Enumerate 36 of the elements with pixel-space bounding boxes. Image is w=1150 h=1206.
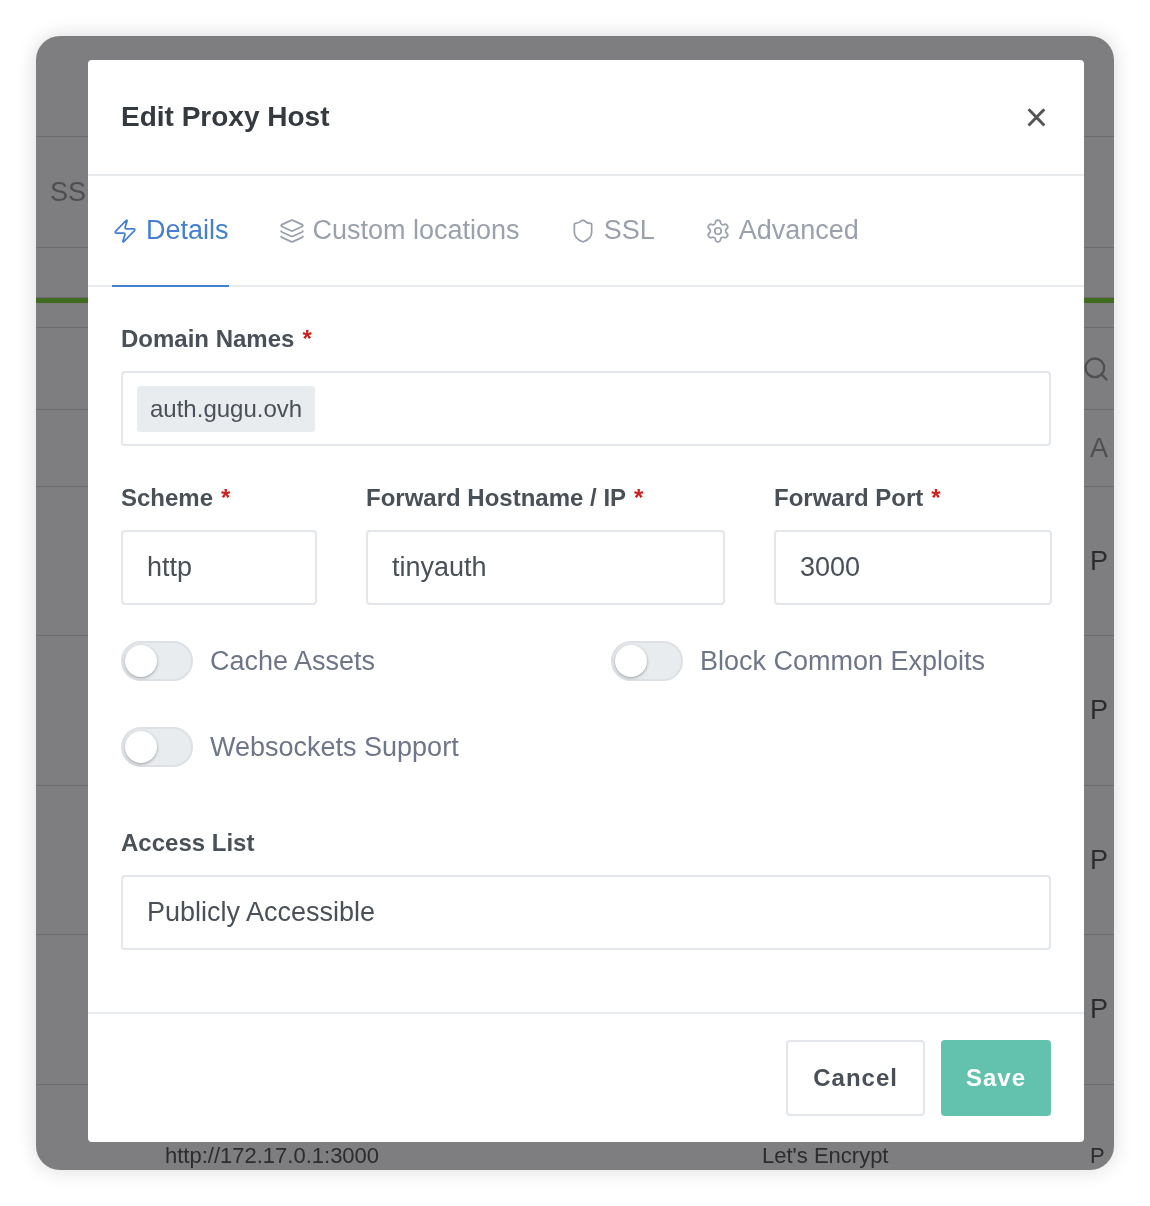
table-cell: P [1090,695,1108,726]
required-mark: * [634,484,644,512]
tab[interactable]: Details [112,176,229,287]
toggle-switch[interactable] [121,727,193,767]
input-field[interactable]: http [121,530,317,605]
toggle-label: Block Common Exploits [700,645,986,677]
gear-icon [704,217,731,244]
field-label: Scheme [121,484,214,512]
toggle-switch[interactable] [121,641,193,681]
field-label: Forward Hostname / IP [366,484,627,512]
field-label: Access List [121,829,255,857]
close-button[interactable]: × [1024,97,1048,137]
toggle-switch[interactable] [611,641,683,681]
search-icon[interactable] [1082,354,1110,383]
table-cell: http://172.17.0.1:3000 [165,1145,380,1167]
toggle-label: Cache Assets [210,645,376,677]
lightning-icon [112,217,138,244]
table-cell: P [1090,545,1108,577]
domain-names-field[interactable]: auth.gugu.ovh [121,371,1051,446]
layers-icon [278,217,305,244]
input-field[interactable]: 3000 [774,530,1052,605]
toggle-label: Websockets Support [210,731,459,763]
table-cell: Let's Encrypt [762,1145,889,1167]
cancel-button[interactable]: Cancel [786,1040,925,1116]
table-cell: P [1090,994,1108,1025]
select-field[interactable]: Publicly Accessible [121,875,1051,950]
table-cell: P [1090,844,1108,876]
dialog-title: Edit Proxy Host [121,101,330,133]
domain-tag: auth.gugu.ovh [137,385,316,432]
table-cell: P [1090,1145,1105,1167]
required-mark: * [221,484,231,512]
input-field[interactable]: tinyauth [366,530,725,605]
field-label: Domain Names [121,325,295,353]
field-label: Forward Port [774,484,924,512]
required-mark: * [302,325,312,353]
required-mark: * [931,484,941,512]
